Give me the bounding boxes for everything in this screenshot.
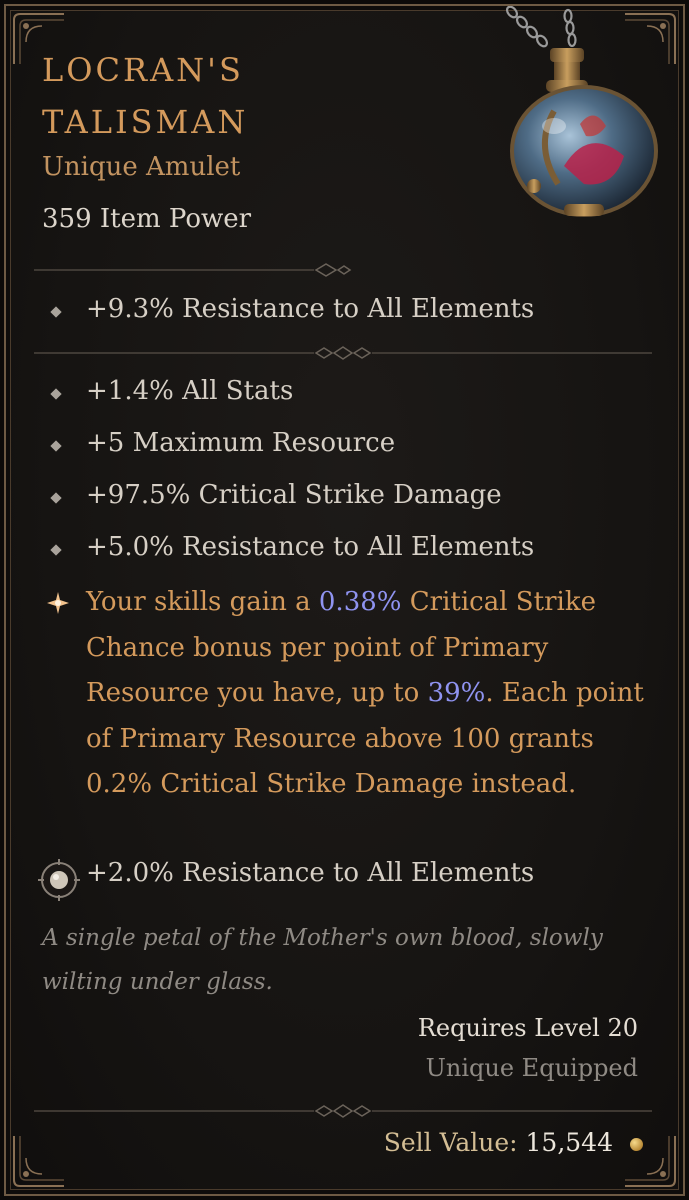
item-name: Locran's Talisman <box>42 51 249 141</box>
gem-socket-icon <box>38 859 80 901</box>
unique-value: 0.38% <box>318 587 402 617</box>
item-type: Unique Amulet <box>42 152 241 182</box>
flavor-text: A single petal of the Mother's own blood… <box>42 925 603 995</box>
level-requirement: Requires Level 20 <box>417 1014 638 1042</box>
diamond-bullet-icon <box>50 492 62 504</box>
affix-stat: +5 Maximum Resource <box>86 428 396 458</box>
equip-requirement: Unique Equipped <box>425 1054 638 1082</box>
affix-stat: +5.0% Resistance to All Elements <box>86 532 535 562</box>
diamond-bullet-icon <box>50 544 62 556</box>
implicit-stat: +9.3% Resistance to All Elements <box>86 294 535 324</box>
gold-coin-icon <box>630 1138 643 1151</box>
corner-ornament-icon <box>13 1136 64 1187</box>
star-burst-icon <box>47 592 69 614</box>
diamond-bullet-icon <box>50 388 62 400</box>
item-power: 359 Item Power <box>42 204 252 234</box>
affix-stat: +97.5% Critical Strike Damage <box>86 480 502 510</box>
diamond-bullet-icon <box>50 306 62 318</box>
socket-stat: +2.0% Resistance to All Elements <box>86 858 535 888</box>
section-divider <box>34 1104 652 1118</box>
unique-value: 39% <box>427 678 486 708</box>
section-divider <box>34 346 652 360</box>
sell-value: Sell Value: 15,544 <box>384 1128 613 1157</box>
unique-power-text: Your skills gain a 0.38% Critical Strike… <box>86 587 644 799</box>
affix-stat: +1.4% All Stats <box>86 376 294 406</box>
amulet-potion-icon <box>505 6 658 217</box>
sell-value-amount: 15,544 <box>525 1128 613 1157</box>
diamond-bullet-icon <box>50 440 62 452</box>
item-tooltip: Locran's Talisman Unique Amulet 359 Item… <box>4 4 685 1196</box>
section-divider <box>34 263 352 277</box>
sell-value-label: Sell Value: <box>383 1128 518 1157</box>
